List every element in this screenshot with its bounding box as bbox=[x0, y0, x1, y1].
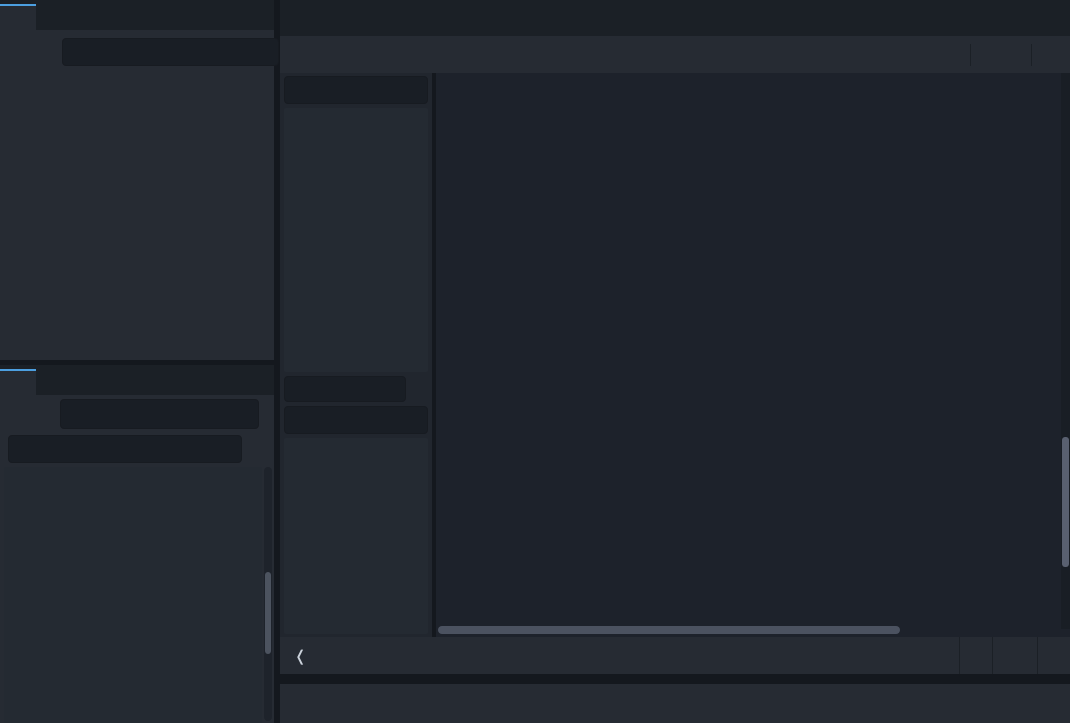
godot-editor-window: ❬ bbox=[0, 0, 1070, 723]
notifications-bell-icon[interactable] bbox=[1030, 695, 1048, 713]
fs-path-field[interactable] bbox=[60, 399, 259, 429]
warning-icon bbox=[919, 647, 937, 665]
filesystem-nav bbox=[0, 397, 274, 431]
filter-methods-field[interactable] bbox=[284, 406, 428, 434]
warning-indicator[interactable] bbox=[903, 637, 959, 674]
tab-import[interactable] bbox=[36, 4, 72, 30]
instance-scene-button[interactable] bbox=[36, 43, 54, 61]
indent-mode[interactable] bbox=[1037, 637, 1070, 674]
script-editor-pane: ❬ bbox=[280, 0, 1070, 723]
current-script-field bbox=[284, 376, 406, 402]
code-minimap[interactable] bbox=[988, 73, 1060, 629]
fs-filter-input[interactable] bbox=[17, 441, 215, 457]
filter-methods-input[interactable] bbox=[293, 412, 401, 428]
code-status-bar: ❬ bbox=[280, 637, 1070, 674]
scene-filter-input[interactable] bbox=[71, 44, 252, 60]
fs-filter-field[interactable] bbox=[8, 435, 242, 463]
history-forward-button[interactable] bbox=[1003, 46, 1021, 64]
fs-forward-button[interactable] bbox=[34, 405, 54, 423]
filesystem-tabbar bbox=[0, 365, 274, 395]
search-help-icon bbox=[928, 46, 946, 64]
history-back-button[interactable] bbox=[981, 46, 999, 64]
search-icon bbox=[252, 43, 270, 61]
code-vscrollbar-thumb[interactable] bbox=[1062, 437, 1069, 567]
filter-scripts-input[interactable] bbox=[293, 82, 401, 98]
collapse-sidebar-button[interactable]: ❬ bbox=[280, 647, 321, 665]
add-node-button[interactable] bbox=[10, 43, 28, 61]
external-link-icon bbox=[884, 46, 902, 64]
search-icon bbox=[401, 411, 419, 429]
scene-dock-menu-icon[interactable] bbox=[256, 8, 274, 26]
distraction-free-button[interactable] bbox=[1044, 8, 1062, 26]
fs-path-input[interactable] bbox=[69, 406, 250, 422]
fs-back-button[interactable] bbox=[8, 405, 28, 423]
methods-sort-button[interactable] bbox=[410, 380, 428, 398]
code-hscrollbar[interactable] bbox=[438, 626, 982, 635]
zoom-indicator[interactable] bbox=[959, 637, 992, 674]
online-docs-button[interactable] bbox=[876, 41, 916, 69]
fs-filter-row bbox=[0, 433, 274, 465]
search-help-button[interactable] bbox=[920, 41, 960, 69]
tab-filesystem[interactable] bbox=[0, 369, 36, 395]
make-floating-button[interactable] bbox=[1042, 46, 1060, 64]
scene-dock bbox=[0, 0, 274, 360]
code-editor[interactable] bbox=[436, 73, 1070, 637]
scene-filter-field[interactable] bbox=[62, 38, 279, 66]
code-hscrollbar-thumb[interactable] bbox=[438, 626, 900, 634]
editor-tabbar bbox=[280, 0, 1070, 36]
scene-dock-tabbar bbox=[0, 0, 274, 30]
code-vscrollbar[interactable] bbox=[1061, 73, 1070, 629]
fs-scrollbar[interactable] bbox=[264, 467, 272, 721]
script-list bbox=[284, 108, 428, 372]
fs-scrollbar-thumb[interactable] bbox=[265, 572, 271, 654]
search-icon bbox=[215, 440, 233, 458]
file-tree bbox=[4, 467, 262, 723]
script-sidebar bbox=[280, 73, 432, 637]
script-menubar bbox=[280, 36, 1070, 73]
filesystem-dock bbox=[0, 365, 274, 723]
scene-tree bbox=[0, 76, 274, 360]
tab-scene[interactable] bbox=[0, 4, 36, 30]
search-icon bbox=[401, 81, 419, 99]
fs-sort-button[interactable] bbox=[248, 440, 266, 458]
scene-toolbar bbox=[0, 30, 274, 74]
current-script-row bbox=[284, 376, 428, 402]
bottom-panel-bar bbox=[280, 684, 1070, 723]
filter-scripts-field[interactable] bbox=[284, 76, 428, 104]
filesystem-menu-icon[interactable] bbox=[256, 373, 274, 391]
method-list bbox=[284, 438, 428, 634]
caret-position bbox=[992, 637, 1037, 674]
